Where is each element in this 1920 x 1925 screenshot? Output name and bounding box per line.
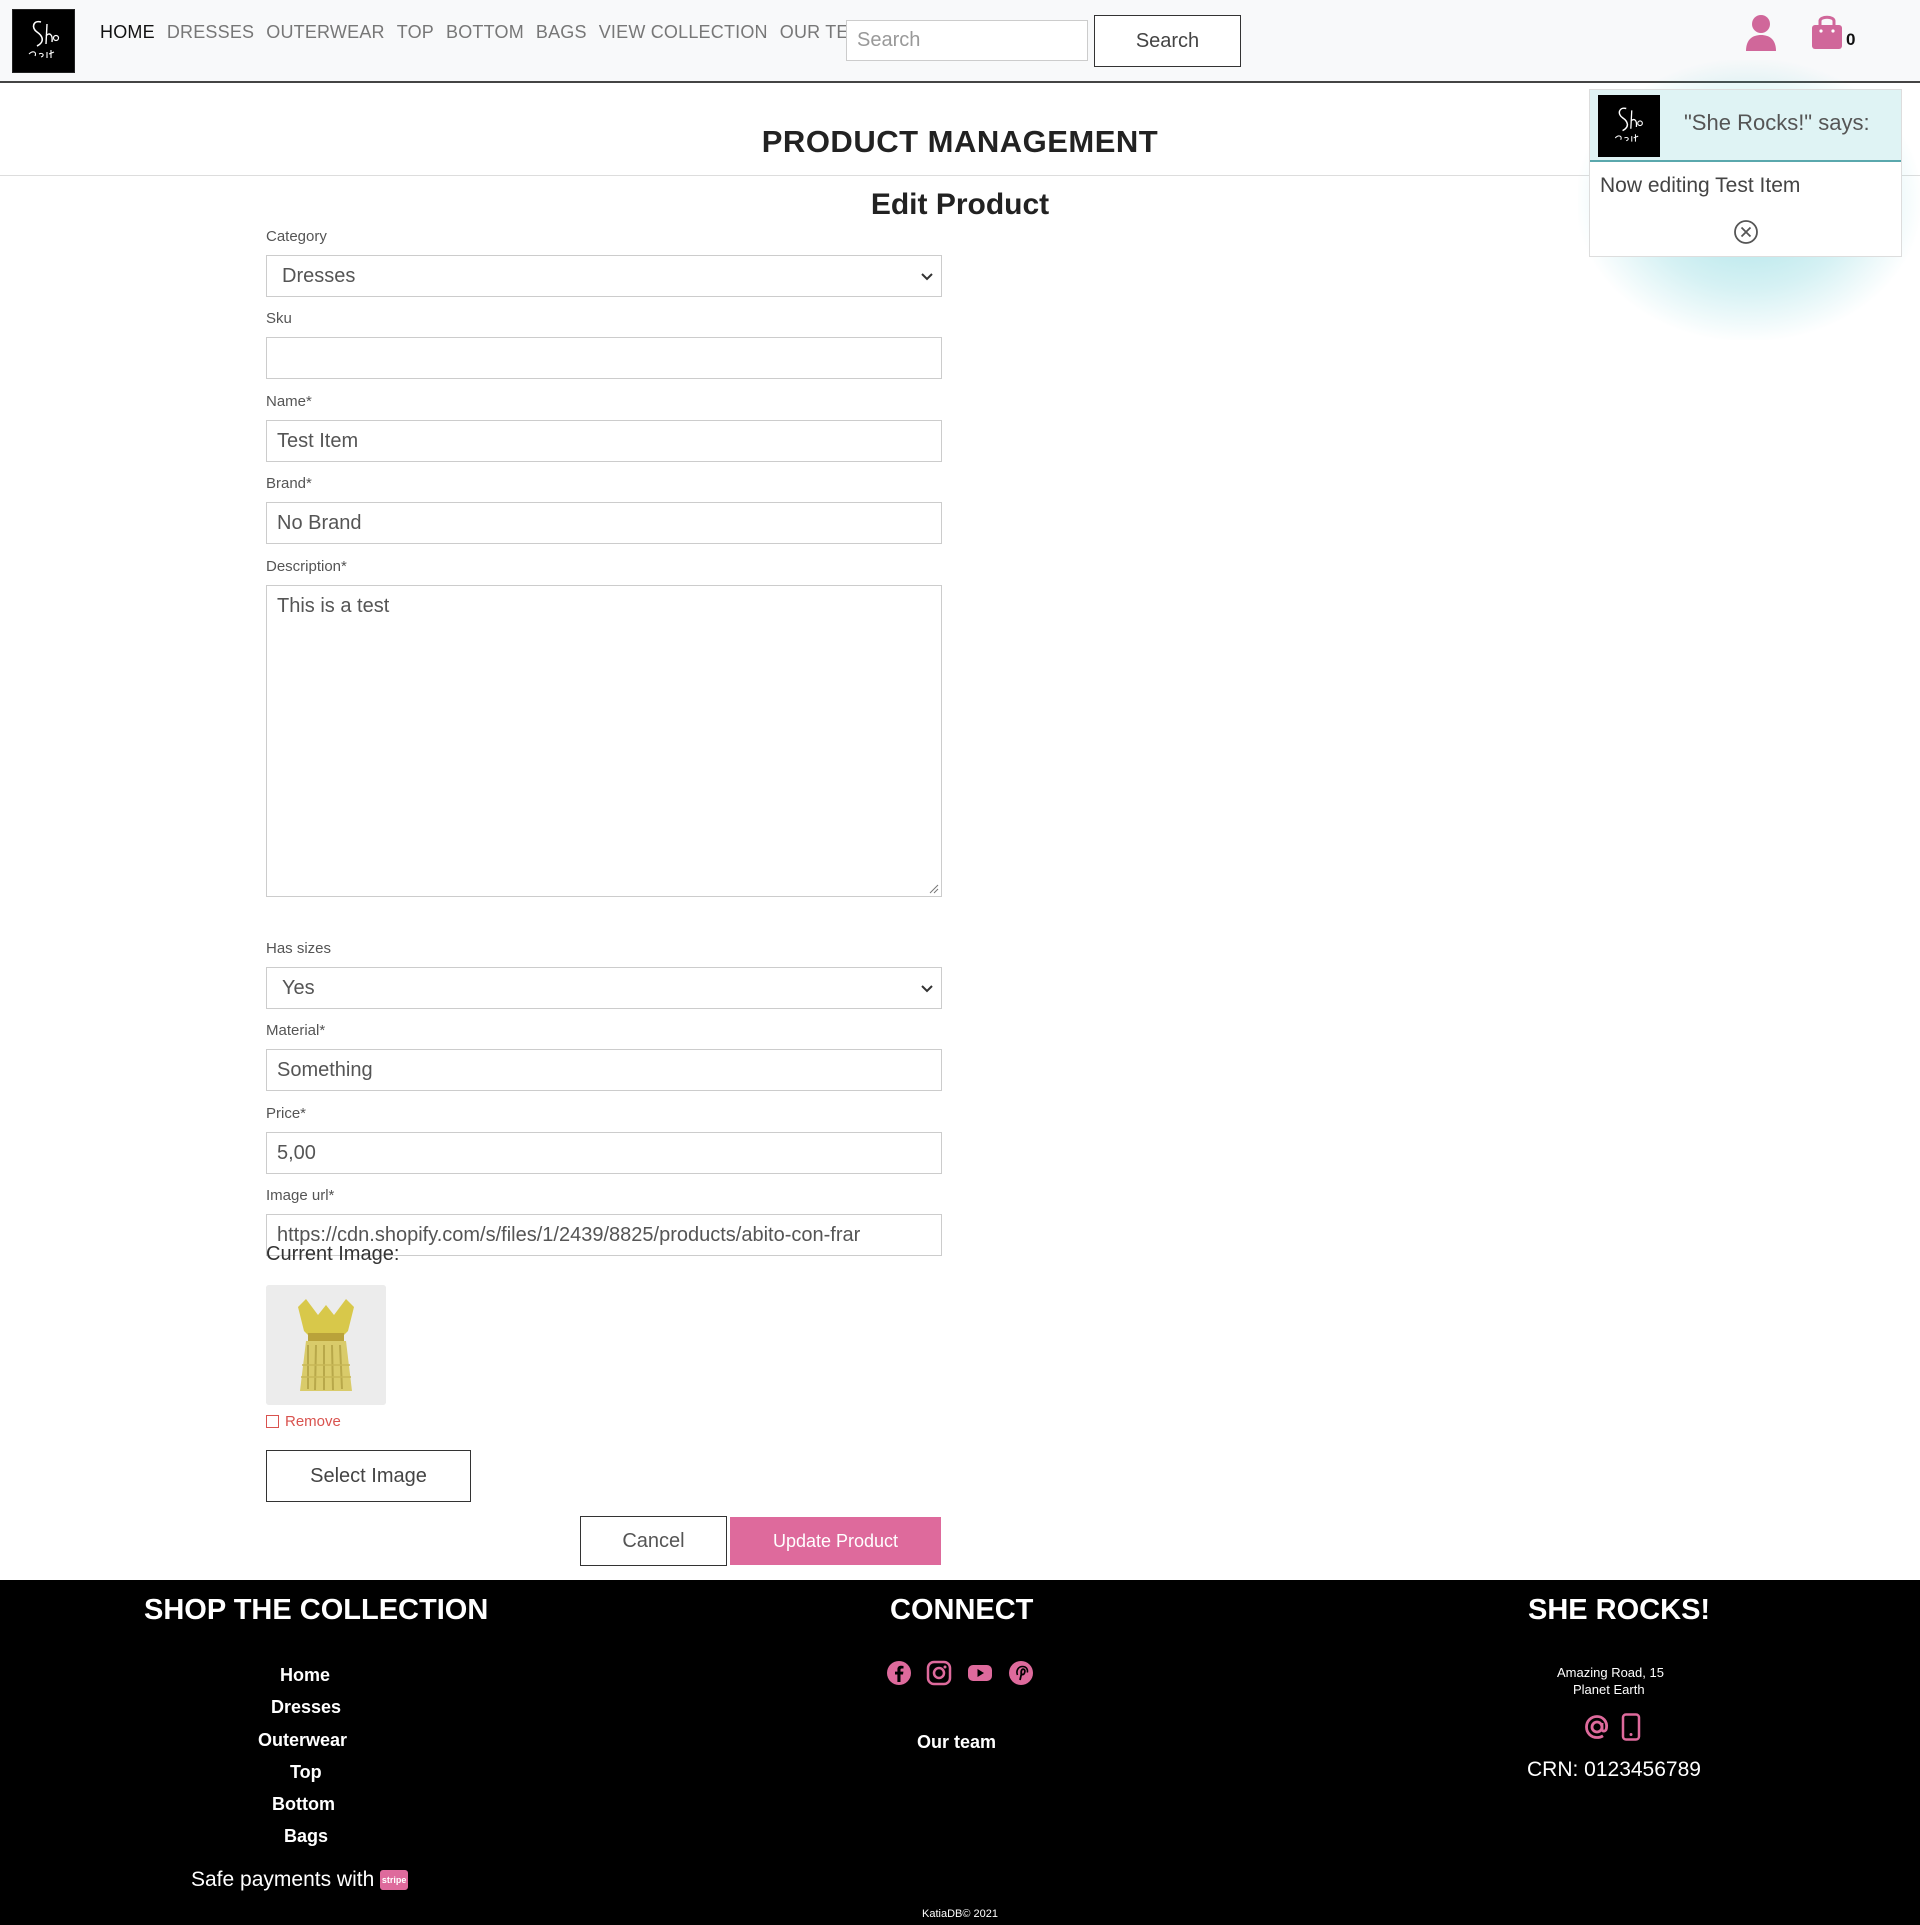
main-nav: HOME DRESSES OUTERWEAR TOP BOTTOM BAGS V… [94, 22, 882, 43]
safe-payments-text: Safe payments with [191, 1868, 375, 1891]
toast-header: "She Rocks!" says: [1590, 90, 1901, 162]
sku-input[interactable] [266, 337, 942, 379]
footer: SHOP THE COLLECTION Home Dresses Outerwe… [0, 1580, 1920, 1925]
update-product-button[interactable]: Update Product [730, 1517, 941, 1565]
current-image-label: Current Image: [266, 1243, 400, 1265]
category-field: Category Dresses [266, 228, 942, 297]
social-links [886, 1660, 1034, 1686]
she-rocks-logo-icon [1614, 107, 1643, 142]
yellow-dress-image [266, 1285, 386, 1405]
description-textarea[interactable]: This is a test [266, 585, 942, 897]
description-field: Description* This is a test [266, 558, 942, 897]
toast-logo [1598, 95, 1660, 157]
material-input[interactable]: Something [266, 1049, 942, 1091]
name-field: Name* Test Item [266, 393, 942, 462]
phone-icon[interactable] [1621, 1713, 1641, 1741]
category-select[interactable]: Dresses [266, 255, 942, 297]
she-rocks-logo-icon [28, 20, 59, 58]
shopping-bag-icon[interactable] [1810, 13, 1844, 51]
nav-link-top[interactable]: TOP [391, 22, 440, 43]
footer-shop-heading: SHOP THE COLLECTION [144, 1594, 489, 1626]
chevron-down-icon [921, 985, 933, 993]
nav-link-home[interactable]: HOME [94, 22, 161, 43]
remove-image-row: Remove [266, 1413, 341, 1430]
toast-text: Now editing Test Item [1600, 174, 1801, 197]
price-input[interactable]: 5,00 [266, 1132, 942, 1174]
footer-link-our-team[interactable]: Our team [917, 1732, 996, 1753]
crn-number: CRN: 0123456789 [1527, 1758, 1701, 1781]
search-button[interactable]: Search [1094, 15, 1241, 67]
toast-message: "She Rocks!" says: Now editing Test Item [1589, 89, 1902, 257]
address-line-1: Amazing Road, 15 [1557, 1665, 1664, 1680]
close-circle-icon[interactable] [1733, 219, 1759, 245]
cancel-button[interactable]: Cancel [580, 1516, 727, 1566]
facebook-icon[interactable] [886, 1660, 912, 1686]
has-sizes-value: Yes [282, 976, 315, 999]
sku-label: Sku [266, 310, 292, 327]
has-sizes-select[interactable]: Yes [266, 967, 942, 1009]
current-product-image [266, 1285, 386, 1405]
nav-link-bags[interactable]: BAGS [530, 22, 593, 43]
description-label: Description* [266, 558, 347, 575]
instagram-icon[interactable] [926, 1660, 952, 1686]
remove-image-checkbox[interactable] [266, 1415, 279, 1428]
address-line-2: Planet Earth [1573, 1682, 1645, 1697]
image-url-label: Image url* [266, 1187, 335, 1204]
material-field: Material* Something [266, 1022, 942, 1091]
footer-link-home[interactable]: Home [280, 1665, 330, 1686]
description-value: This is a test [277, 595, 390, 617]
user-icon[interactable] [1744, 14, 1778, 52]
safe-payments: Safe payments with stripe [191, 1868, 409, 1892]
remove-image-label[interactable]: Remove [285, 1413, 341, 1430]
youtube-icon[interactable] [966, 1660, 994, 1686]
search-input[interactable]: Search [846, 20, 1088, 61]
email-icon[interactable] [1584, 1714, 1610, 1740]
footer-link-bottom[interactable]: Bottom [272, 1794, 335, 1815]
stripe-icon: stripe [380, 1870, 409, 1890]
site-logo[interactable] [12, 9, 75, 73]
footer-link-bags[interactable]: Bags [284, 1826, 328, 1847]
resize-handle-icon[interactable] [927, 882, 939, 894]
sku-field: Sku [266, 310, 942, 379]
has-sizes-label: Has sizes [266, 940, 332, 957]
material-label: Material* [266, 1022, 326, 1039]
nav-link-dresses[interactable]: DRESSES [161, 22, 260, 43]
toast-title: "She Rocks!" says: [1684, 110, 1870, 135]
price-label: Price* [266, 1105, 307, 1122]
footer-link-outerwear[interactable]: Outerwear [258, 1730, 347, 1751]
name-label: Name* [266, 393, 312, 410]
footer-link-top[interactable]: Top [290, 1762, 322, 1783]
name-input[interactable]: Test Item [266, 420, 942, 462]
footer-connect-heading: CONNECT [890, 1594, 1034, 1626]
nav-link-outerwear[interactable]: OUTERWEAR [260, 22, 390, 43]
copyright: KatiaDB© 2021 [922, 1908, 998, 1920]
nav-link-bottom[interactable]: BOTTOM [440, 22, 530, 43]
category-value: Dresses [282, 264, 356, 287]
select-image-button[interactable]: Select Image [266, 1450, 471, 1502]
nav-link-view-collection[interactable]: VIEW COLLECTION [593, 22, 774, 43]
bag-count: 0 [1846, 30, 1856, 49]
brand-label: Brand* [266, 475, 312, 492]
footer-brand-heading: SHE ROCKS! [1528, 1594, 1711, 1626]
chevron-down-icon [921, 273, 933, 281]
has-sizes-field: Has sizes Yes [266, 940, 942, 1009]
brand-field: Brand* No Brand [266, 475, 942, 544]
footer-link-dresses[interactable]: Dresses [271, 1697, 341, 1718]
price-field: Price* 5,00 [266, 1105, 942, 1174]
category-label: Category [266, 228, 327, 245]
pinterest-icon[interactable] [1008, 1660, 1034, 1686]
brand-input[interactable]: No Brand [266, 502, 942, 544]
